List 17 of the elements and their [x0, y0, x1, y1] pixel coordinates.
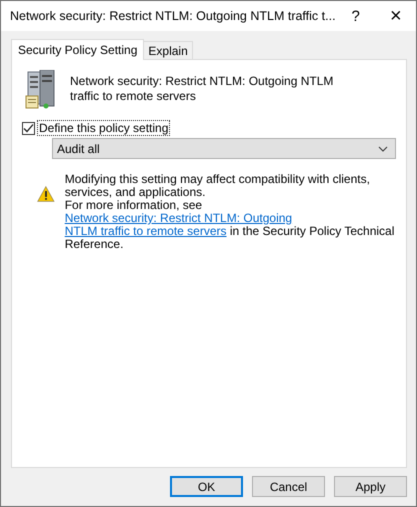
tab[interactable]: Security Policy Setting	[11, 39, 144, 60]
warning-text: Modifying this setting may affect compatibility with clients, services, and applications.	[64, 173, 371, 199]
dialog-button[interactable]: Cancel	[252, 476, 325, 497]
window-title: Network security: Restrict NTLM: Outgoing NTLM traffic t...	[10, 9, 336, 23]
tab[interactable]: Explain	[143, 41, 193, 59]
dialog-button[interactable]: Apply	[334, 476, 407, 497]
dialog-button[interactable]: OK	[170, 476, 243, 497]
close-button[interactable]: ×	[376, 1, 416, 31]
reference-link[interactable]: Network security: Restrict NTLM: Outgoing	[64, 211, 292, 225]
policy-name: Network security: Restrict NTLM: Outgoing NTLM traffic to remote servers	[70, 74, 334, 104]
help-button[interactable]: ?	[336, 1, 376, 31]
define-checkbox[interactable]	[22, 122, 35, 134]
policy-dropdown[interactable]: Audit all	[52, 138, 396, 159]
reference-text: For more information, see Network security: Restrict NTLM: Outgoing NTLM traffic to remote servers in the Security Policy Technical Reference.	[64, 199, 396, 251]
reference-link[interactable]: NTLM traffic to remote servers	[64, 224, 227, 238]
checkbox-label[interactable]: Define this policy setting	[38, 121, 170, 135]
chevron-icon	[378, 146, 388, 152]
